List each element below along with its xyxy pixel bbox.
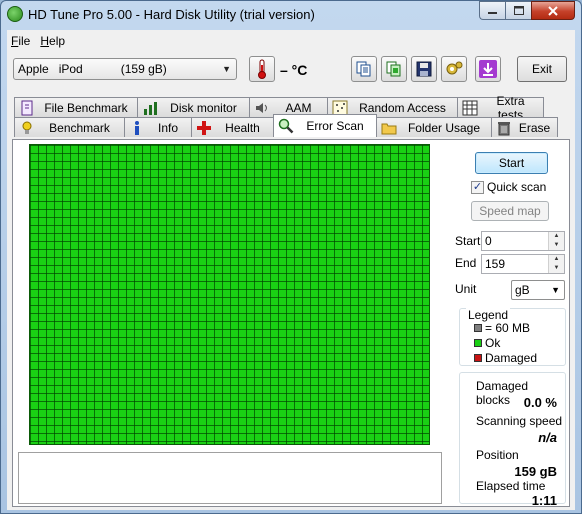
window-title: HD Tune Pro 5.00 - Hard Disk Utility (tr…	[28, 7, 315, 22]
drive-capacity: (159 gB)	[120, 62, 167, 76]
copy-screenshot-icon	[386, 61, 401, 77]
legend-box: Legend = 60 MB Ok Damaged	[459, 308, 566, 366]
thermometer-icon	[258, 59, 266, 79]
download-arrow-icon	[479, 60, 497, 78]
spin-down-icon[interactable]: ▼	[549, 241, 564, 250]
benchmark-icon	[19, 120, 35, 136]
scan-block-map	[29, 144, 430, 445]
chevron-down-icon: ▼	[222, 64, 231, 74]
position-label: Position	[476, 448, 519, 462]
legend-title: Legend	[466, 308, 511, 322]
spin-up-icon[interactable]: ▲	[549, 255, 564, 264]
tab-file-benchmark[interactable]: File Benchmark	[14, 97, 138, 117]
unit-label: Unit	[455, 282, 477, 296]
scanning-speed-label: Scanning speed	[476, 414, 563, 428]
download-button[interactable]	[475, 56, 501, 82]
start-field-label: Start	[455, 234, 481, 248]
checkbox-checked-icon[interactable]: ✓	[471, 180, 484, 194]
window-controls	[479, 1, 575, 20]
menu-bar: File Help	[7, 30, 575, 51]
drive-vendor: Apple	[18, 62, 49, 76]
minimize-icon	[488, 12, 497, 14]
tab-info[interactable]: Info	[124, 117, 192, 137]
toolbar: Apple iPod (159 gB) ▼ – °C Exit	[7, 51, 575, 91]
tab-extra-tests[interactable]: Extra tests	[457, 94, 544, 122]
tab-disk-monitor[interactable]: Disk monitor	[137, 97, 250, 117]
tab-row-bottom: Benchmark Info Health Error Scan Folder …	[14, 114, 558, 137]
start-position-value: 0	[485, 234, 492, 248]
app-icon	[7, 6, 23, 22]
damaged-blocks-value: 0.0 %	[523, 395, 557, 410]
temperature-readout: – °C	[280, 62, 308, 78]
extra-tests-icon	[462, 100, 478, 116]
maximize-button[interactable]	[505, 1, 531, 20]
tab-health[interactable]: Health	[191, 117, 274, 137]
speed-map-button[interactable]: Speed map	[471, 201, 549, 221]
close-button[interactable]	[531, 1, 575, 20]
start-spinner[interactable]: ▲ ▼	[548, 232, 564, 250]
tab-erase[interactable]: Erase	[491, 117, 558, 137]
unit-select[interactable]: gB ▼	[511, 280, 565, 300]
quick-scan-label: Quick scan	[487, 180, 547, 194]
folder-icon	[381, 120, 397, 136]
trash-icon	[496, 120, 512, 136]
options-button[interactable]	[441, 56, 467, 82]
floppy-disk-icon	[416, 61, 432, 77]
elapsed-time-value: 1:11	[531, 493, 557, 508]
end-position-input[interactable]: 159 ▲ ▼	[481, 254, 565, 274]
scan-stats-box: Damaged blocks 0.0 % Scanning speed n/a …	[459, 372, 566, 508]
copy-text-icon	[356, 61, 371, 77]
health-icon	[196, 120, 212, 136]
menu-help[interactable]: Help	[36, 34, 71, 48]
tab-folder-usage[interactable]: Folder Usage	[376, 117, 492, 137]
spin-down-icon[interactable]: ▼	[549, 264, 564, 273]
elapsed-time-label: Elapsed time	[476, 479, 546, 493]
spin-up-icon[interactable]: ▲	[549, 232, 564, 241]
main-area: Apple iPod (159 gB) ▼ – °C Exit File Ben…	[7, 51, 575, 510]
copy-text-button[interactable]	[351, 56, 377, 82]
green-swatch-icon	[474, 339, 482, 347]
info-icon	[129, 120, 145, 136]
title-bar[interactable]: HD Tune Pro 5.00 - Hard Disk Utility (tr…	[1, 1, 581, 29]
minimize-button[interactable]	[479, 1, 505, 20]
scan-log-box[interactable]	[18, 452, 442, 504]
menu-file[interactable]: File	[7, 34, 36, 48]
temperature-button[interactable]	[249, 56, 275, 82]
disk-monitor-icon	[142, 100, 158, 116]
quick-scan-checkbox[interactable]: ✓ Quick scan	[471, 180, 546, 194]
file-benchmark-icon	[19, 100, 35, 116]
end-position-value: 159	[485, 257, 506, 271]
exit-button[interactable]: Exit	[517, 56, 567, 82]
start-button[interactable]: Start	[475, 152, 548, 174]
start-position-input[interactable]: 0 ▲ ▼	[481, 231, 565, 251]
end-field-label: End	[455, 256, 477, 270]
speaker-icon	[254, 100, 270, 116]
options-icon	[446, 61, 463, 75]
close-icon	[548, 5, 558, 16]
maximize-icon	[513, 6, 524, 15]
tab-error-scan[interactable]: Error Scan	[273, 114, 377, 137]
chevron-down-icon: ▼	[551, 285, 560, 295]
unit-value: gB	[515, 283, 530, 297]
end-spinner[interactable]: ▲ ▼	[548, 255, 564, 273]
gray-swatch-icon	[474, 324, 482, 332]
error-scan-panel: Start ✓ Quick scan Speed map Start 0 ▲ ▼ …	[12, 139, 570, 508]
copy-screenshot-button[interactable]	[381, 56, 407, 82]
red-swatch-icon	[474, 354, 482, 362]
drive-model: iPod	[58, 62, 83, 76]
tab-benchmark[interactable]: Benchmark	[14, 117, 125, 137]
magnifier-icon	[278, 118, 294, 134]
app-window: HD Tune Pro 5.00 - Hard Disk Utility (tr…	[0, 0, 582, 514]
drive-select[interactable]: Apple iPod (159 gB) ▼	[13, 58, 237, 80]
position-value: 159 gB	[514, 464, 557, 479]
legend-item-block-size: = 60 MB	[474, 321, 530, 335]
legend-item-ok: Ok	[474, 336, 500, 350]
save-button[interactable]	[411, 56, 437, 82]
scanning-speed-value: n/a	[538, 430, 557, 445]
legend-item-damaged: Damaged	[474, 351, 537, 365]
